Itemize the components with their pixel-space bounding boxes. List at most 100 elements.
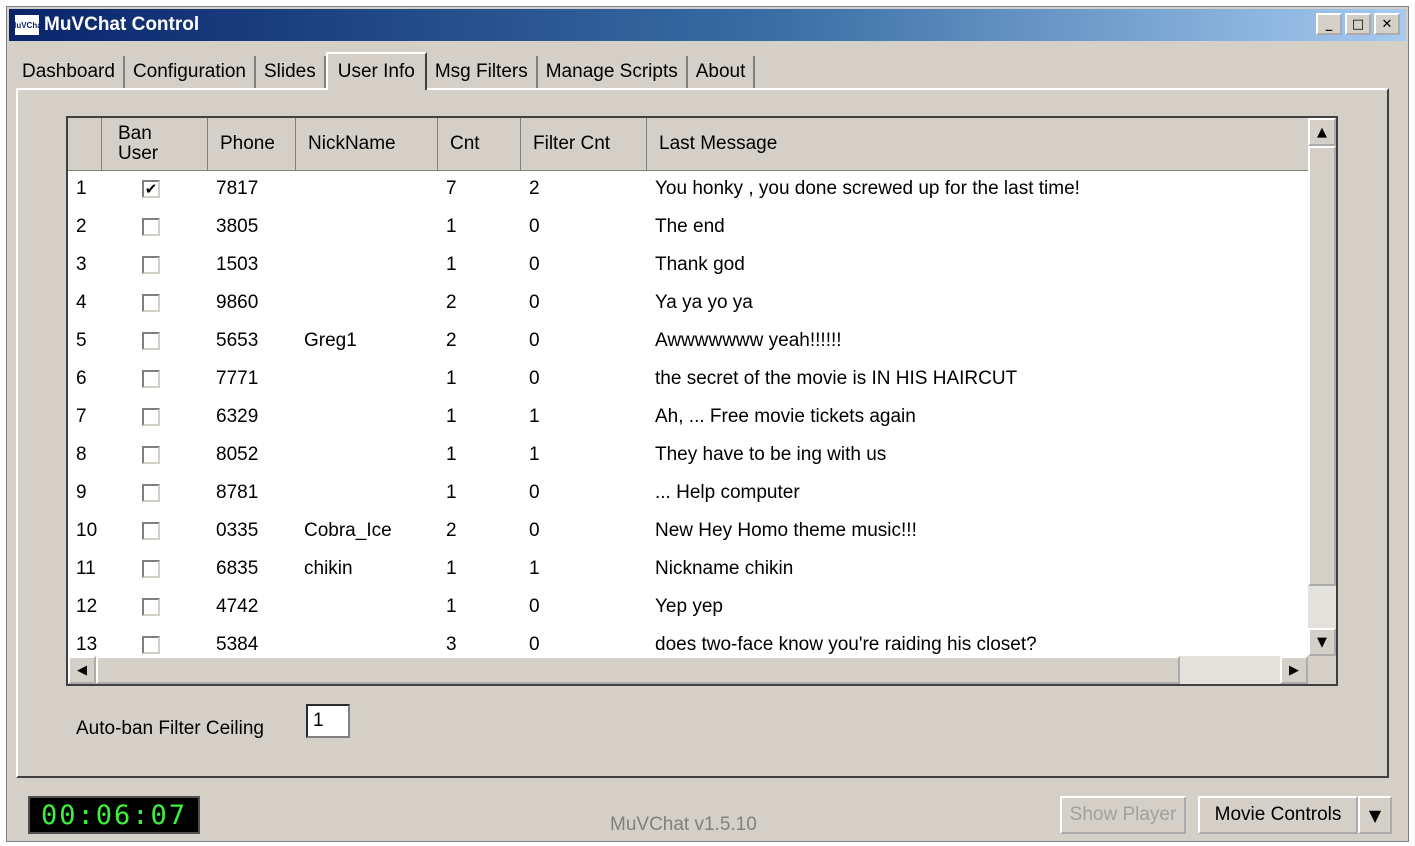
scroll-left-icon[interactable]: ◀ bbox=[68, 656, 96, 684]
filter-cnt-cell: 1 bbox=[529, 406, 540, 427]
scroll-down-icon[interactable]: ▼ bbox=[1308, 628, 1336, 656]
ban-user-checkbox[interactable] bbox=[142, 256, 160, 274]
table-row[interactable]: 10 0335 Cobra_Ice 2 0 New Hey Homo theme musi… bbox=[68, 512, 1308, 550]
ban-user-header[interactable]: Ban User bbox=[102, 118, 208, 170]
cnt-cell: 1 bbox=[446, 596, 457, 617]
window-title: MuVChat Control bbox=[44, 14, 200, 35]
horizontal-scrollbar[interactable]: ◀ ▶ bbox=[68, 656, 1308, 684]
tab-manage-scripts[interactable]: Manage Scripts bbox=[538, 56, 688, 88]
title-bar[interactable]: MuVChat MuVChat Control _ □ ✕ bbox=[9, 9, 1406, 41]
chevron-down-icon[interactable]: ▼ bbox=[1358, 796, 1392, 834]
filter-cnt-cell: 1 bbox=[529, 558, 540, 579]
scroll-corner bbox=[1308, 656, 1336, 684]
ban-user-checkbox[interactable] bbox=[142, 408, 160, 426]
phone-cell: 6835 bbox=[216, 558, 259, 579]
show-player-button[interactable]: Show Player bbox=[1060, 796, 1186, 834]
last-message-header[interactable]: Last Message bbox=[647, 118, 1308, 170]
elapsed-timer: 00:06:07 bbox=[28, 796, 200, 834]
tab-user-info[interactable]: User Info bbox=[325, 52, 427, 90]
nickname-header[interactable]: NickName bbox=[296, 118, 438, 170]
ban-cell bbox=[102, 598, 208, 616]
phone-cell: 8781 bbox=[216, 482, 259, 503]
movie-controls-button[interactable]: Movie Controls bbox=[1198, 796, 1358, 834]
ban-cell bbox=[102, 446, 208, 464]
ban-cell bbox=[102, 560, 208, 578]
table-row[interactable]: 1 ✔ 7817 7 2 You honky , you done screwed up … bbox=[68, 170, 1308, 208]
filter-cnt-cell: 1 bbox=[529, 444, 540, 465]
ban-user-checkbox[interactable] bbox=[142, 560, 160, 578]
cnt-cell: 1 bbox=[446, 368, 457, 389]
filter-cnt-cell: 0 bbox=[529, 216, 540, 237]
cnt-cell: 2 bbox=[446, 520, 457, 541]
table-row[interactable]: 9 8781 1 0 ... Help computer bbox=[68, 474, 1308, 512]
tab-about[interactable]: About bbox=[688, 56, 756, 88]
tab-slides[interactable]: Slides bbox=[256, 56, 326, 88]
row-number: 7 bbox=[76, 406, 87, 427]
auto-ban-ceiling-input[interactable] bbox=[306, 704, 350, 738]
ban-user-checkbox[interactable] bbox=[142, 522, 160, 540]
ban-cell bbox=[102, 636, 208, 654]
ban-cell bbox=[102, 256, 208, 274]
row-number: 4 bbox=[76, 292, 87, 313]
tab-configuration[interactable]: Configuration bbox=[125, 56, 256, 88]
app-icon: MuVChat bbox=[10, 14, 44, 36]
table-row[interactable]: 11 6835 chikin 1 1 Nickname chikin bbox=[68, 550, 1308, 588]
ban-cell bbox=[102, 218, 208, 236]
row-number: 8 bbox=[76, 444, 87, 465]
last-message-cell: New Hey Homo theme music!!! bbox=[655, 520, 917, 541]
scroll-right-icon[interactable]: ▶ bbox=[1280, 656, 1308, 684]
ban-user-checkbox[interactable] bbox=[142, 370, 160, 388]
ban-user-checkbox[interactable] bbox=[142, 598, 160, 616]
filter-cnt-cell: 2 bbox=[529, 178, 540, 199]
ban-user-checkbox[interactable] bbox=[142, 446, 160, 464]
grid-header: Ban User Phone NickName Cnt Filter Cnt L… bbox=[68, 118, 1308, 171]
row-number: 3 bbox=[76, 254, 87, 275]
ban-user-checkbox[interactable]: ✔ bbox=[142, 180, 160, 198]
phone-cell: 6329 bbox=[216, 406, 259, 427]
user-grid[interactable]: Ban User Phone NickName Cnt Filter Cnt L… bbox=[66, 116, 1338, 686]
cnt-cell: 7 bbox=[446, 178, 457, 199]
cnt-cell: 3 bbox=[446, 634, 457, 655]
grid-body: 1 ✔ 7817 7 2 You honky , you done screwed up … bbox=[68, 170, 1308, 664]
ban-cell bbox=[102, 294, 208, 312]
row-number-header bbox=[68, 118, 102, 170]
table-row[interactable]: 12 4742 1 0 Yep yep bbox=[68, 588, 1308, 626]
phone-cell: 8052 bbox=[216, 444, 259, 465]
ban-user-checkbox[interactable] bbox=[142, 294, 160, 312]
ban-user-header-line1: Ban bbox=[118, 123, 152, 144]
ban-user-checkbox[interactable] bbox=[142, 332, 160, 350]
table-row[interactable]: 2 3805 1 0 The end bbox=[68, 208, 1308, 246]
table-row[interactable]: 6 7771 1 0 the secret of the movie is IN HIS… bbox=[68, 360, 1308, 398]
filter-cnt-cell: 0 bbox=[529, 292, 540, 313]
tab-msg-filters[interactable]: Msg Filters bbox=[427, 56, 538, 88]
nickname-cell: Cobra_Ice bbox=[304, 520, 392, 541]
scroll-up-icon[interactable]: ▲ bbox=[1308, 118, 1336, 146]
maximize-button[interactable]: □ bbox=[1345, 13, 1371, 35]
last-message-cell: You honky , you done screwed up for the … bbox=[655, 178, 1080, 199]
table-row[interactable]: 4 9860 2 0 Ya ya yo ya bbox=[68, 284, 1308, 322]
table-row[interactable]: 5 5653 Greg1 2 0 Awwwwwww yeah!!!!!! bbox=[68, 322, 1308, 360]
ban-cell: ✔ bbox=[102, 180, 208, 198]
cnt-header[interactable]: Cnt bbox=[438, 118, 521, 170]
table-row[interactable]: 7 6329 1 1 Ah, ... Free movie tickets again bbox=[68, 398, 1308, 436]
ban-cell bbox=[102, 484, 208, 502]
horizontal-scroll-thumb[interactable] bbox=[96, 656, 1180, 684]
ban-user-checkbox[interactable] bbox=[142, 636, 160, 654]
row-number: 12 bbox=[76, 596, 98, 617]
tab-dashboard[interactable]: Dashboard bbox=[14, 56, 125, 88]
minimize-button[interactable]: _ bbox=[1316, 13, 1342, 35]
table-row[interactable]: 3 1503 1 0 Thank god bbox=[68, 246, 1308, 284]
filter-cnt-header[interactable]: Filter Cnt bbox=[521, 118, 647, 170]
cnt-cell: 1 bbox=[446, 482, 457, 503]
table-row[interactable]: 8 8052 1 1 They have to be ing with us bbox=[68, 436, 1308, 474]
last-message-cell: Nickname chikin bbox=[655, 558, 794, 579]
phone-header[interactable]: Phone bbox=[208, 118, 296, 170]
ban-user-checkbox[interactable] bbox=[142, 484, 160, 502]
vertical-scroll-thumb[interactable] bbox=[1308, 146, 1336, 586]
nickname-cell: Greg1 bbox=[304, 330, 357, 351]
vertical-scrollbar[interactable]: ▲ ▼ bbox=[1308, 118, 1336, 656]
cnt-cell: 2 bbox=[446, 330, 457, 351]
close-button[interactable]: ✕ bbox=[1374, 13, 1400, 35]
ban-user-checkbox[interactable] bbox=[142, 218, 160, 236]
row-number: 2 bbox=[76, 216, 87, 237]
